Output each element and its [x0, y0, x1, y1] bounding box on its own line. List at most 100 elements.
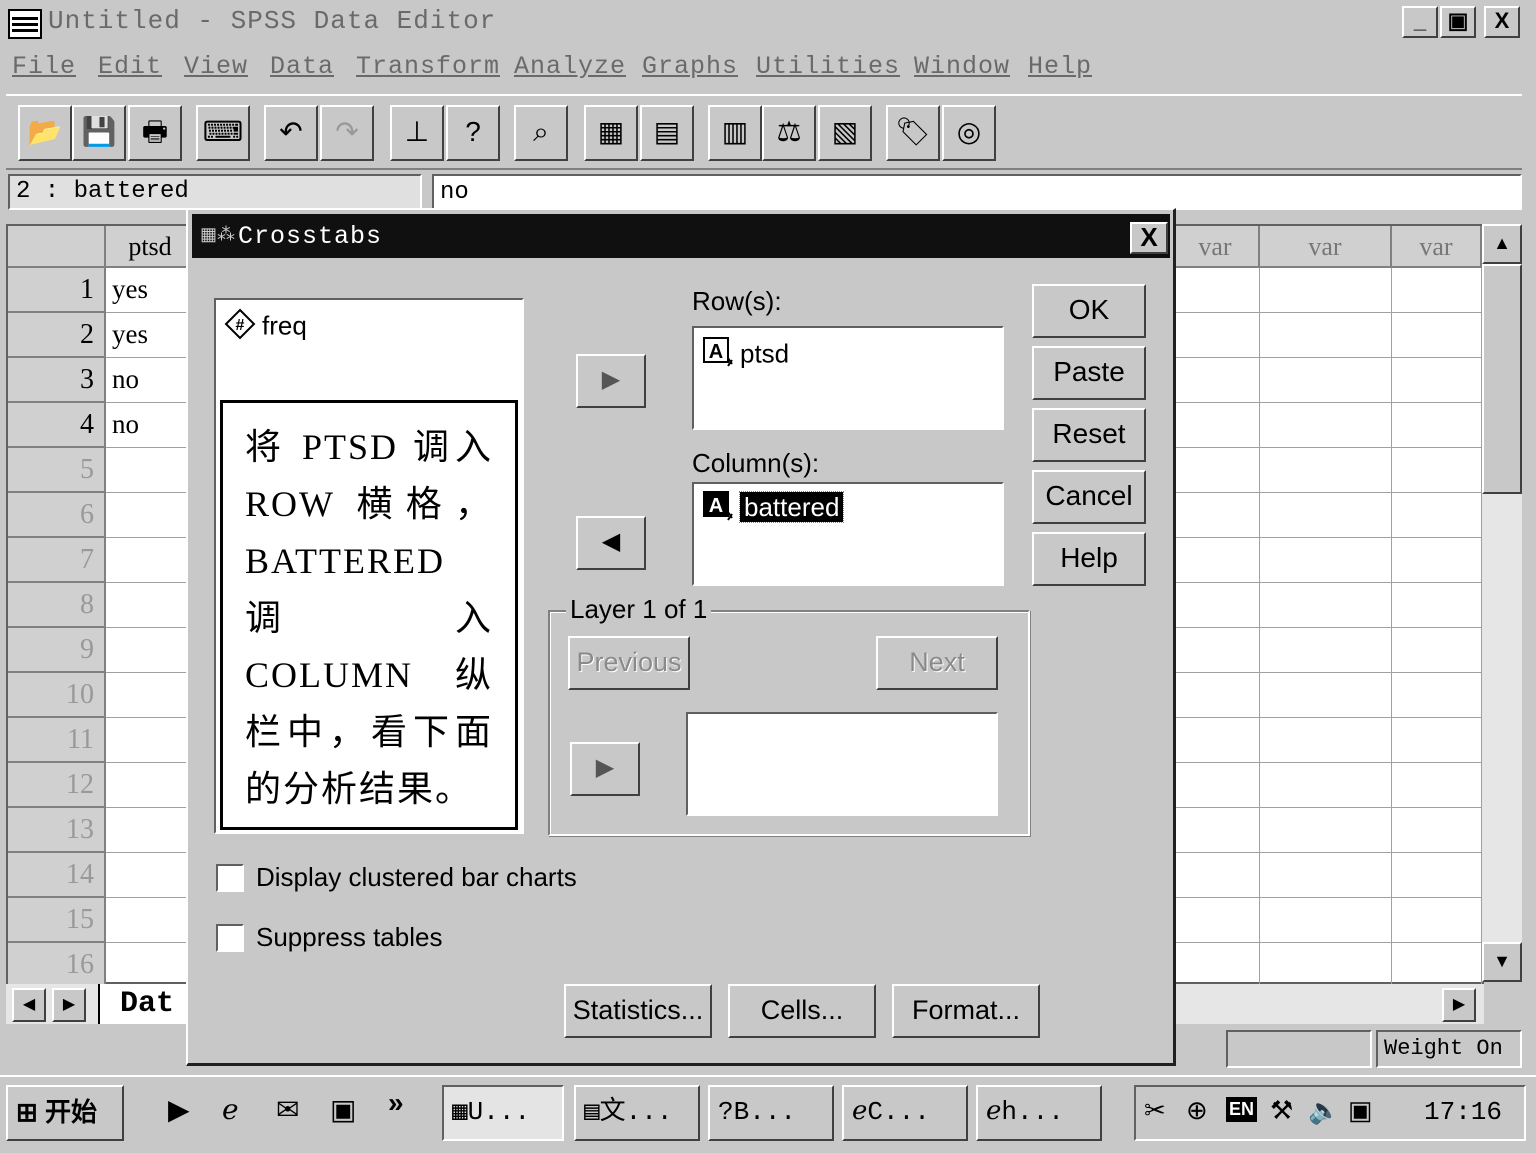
corner-header[interactable]: [8, 226, 106, 268]
ptsd-cell[interactable]: [106, 628, 196, 673]
empty-cell[interactable]: [1392, 853, 1482, 898]
menu-file[interactable]: File: [12, 52, 76, 81]
ptsd-cell[interactable]: [106, 808, 196, 853]
list-item[interactable]: A ptsd: [702, 336, 789, 375]
empty-cell[interactable]: [1172, 898, 1260, 943]
statistics-button[interactable]: Statistics...: [564, 984, 712, 1038]
ptsd-cell[interactable]: yes: [106, 268, 196, 313]
vertical-scroll-thumb[interactable]: [1482, 264, 1522, 494]
row-header[interactable]: 12: [8, 763, 106, 808]
variables-icon[interactable]: ?: [446, 105, 500, 161]
empty-cell[interactable]: [1392, 628, 1482, 673]
tray-display-icon[interactable]: ▣: [1348, 1095, 1373, 1126]
empty-cell[interactable]: [1172, 718, 1260, 763]
print-icon[interactable]: 🖶: [128, 105, 182, 161]
help-button[interactable]: Help: [1032, 532, 1146, 586]
ptsd-cell[interactable]: [106, 718, 196, 763]
empty-cell[interactable]: [1172, 448, 1260, 493]
menu-view[interactable]: View: [184, 52, 248, 81]
ptsd-cell[interactable]: [106, 493, 196, 538]
insert-variable-icon[interactable]: ▤: [640, 105, 694, 161]
show-desktop-icon[interactable]: ▣: [330, 1093, 356, 1126]
empty-cell[interactable]: [1260, 493, 1392, 538]
undo-icon[interactable]: ↶: [264, 105, 318, 161]
vertical-scrollbar[interactable]: ▲ ▼: [1482, 224, 1522, 982]
empty-cell[interactable]: [1172, 493, 1260, 538]
list-item[interactable]: A battered: [702, 490, 845, 529]
empty-cell[interactable]: [1172, 313, 1260, 358]
suppress-tables-label[interactable]: Suppress tables: [256, 922, 442, 953]
taskbar-item-spss[interactable]: ▦U...: [442, 1085, 564, 1141]
empty-cell[interactable]: [1392, 448, 1482, 493]
empty-cell[interactable]: [1260, 763, 1392, 808]
ptsd-cell[interactable]: [106, 538, 196, 583]
taskbar-item-c[interactable]: ℯC...: [842, 1085, 968, 1141]
row-header[interactable]: 6: [8, 493, 106, 538]
volume-icon[interactable]: 🔈: [1308, 1095, 1340, 1126]
paste-button[interactable]: Paste: [1032, 346, 1146, 400]
empty-cell[interactable]: [1172, 268, 1260, 313]
ptsd-cell[interactable]: [106, 673, 196, 718]
empty-cell[interactable]: [1172, 673, 1260, 718]
column-header-var[interactable]: var: [1260, 226, 1392, 268]
column-header-var[interactable]: var: [1172, 226, 1260, 268]
columns-variable-list[interactable]: A battered: [692, 482, 1004, 586]
reset-button[interactable]: Reset: [1032, 408, 1146, 462]
close-button[interactable]: X: [1484, 6, 1520, 38]
list-item[interactable]: # freq: [224, 308, 307, 347]
find-icon[interactable]: ⌕: [514, 105, 568, 161]
media-player-icon[interactable]: ▶: [168, 1093, 190, 1126]
empty-cell[interactable]: [1172, 403, 1260, 448]
insert-case-icon[interactable]: ▦: [584, 105, 638, 161]
previous-button[interactable]: Previous: [568, 636, 690, 690]
column-header-var[interactable]: var: [1392, 226, 1482, 268]
dialog-recall-icon[interactable]: ⌨: [196, 105, 250, 161]
select-cases-icon[interactable]: ▧: [818, 105, 872, 161]
tray-network-icon[interactable]: ⊕: [1186, 1095, 1208, 1126]
scroll-up-arrow-icon[interactable]: ▲: [1482, 224, 1522, 264]
empty-cell[interactable]: [1260, 268, 1392, 313]
empty-cell[interactable]: [1260, 448, 1392, 493]
empty-cell[interactable]: [1260, 403, 1392, 448]
format-button[interactable]: Format...: [892, 984, 1040, 1038]
empty-cell[interactable]: [1260, 538, 1392, 583]
redo-icon[interactable]: ↷: [320, 105, 374, 161]
scroll-right-arrow-icon[interactable]: ▶: [1442, 988, 1476, 1022]
save-icon[interactable]: 💾: [72, 105, 126, 161]
empty-cell[interactable]: [1260, 718, 1392, 763]
menu-window[interactable]: Window: [914, 52, 1010, 81]
row-header[interactable]: 15: [8, 898, 106, 943]
row-header[interactable]: 9: [8, 628, 106, 673]
outlook-icon[interactable]: ✉: [276, 1093, 299, 1126]
dialog-close-button[interactable]: X: [1130, 222, 1168, 254]
empty-cell[interactable]: [1260, 583, 1392, 628]
ptsd-cell[interactable]: no: [106, 358, 196, 403]
ptsd-cell[interactable]: yes: [106, 313, 196, 358]
row-header[interactable]: 7: [8, 538, 106, 583]
row-header[interactable]: 2: [8, 313, 106, 358]
suppress-tables-checkbox[interactable]: [216, 924, 244, 952]
tray-tool-icon[interactable]: ⚒: [1270, 1095, 1293, 1126]
row-header[interactable]: 3: [8, 358, 106, 403]
empty-cell[interactable]: [1392, 268, 1482, 313]
clustered-bar-charts-label[interactable]: Display clustered bar charts: [256, 862, 577, 893]
ptsd-cell[interactable]: [106, 898, 196, 943]
next-button[interactable]: Next: [876, 636, 998, 690]
empty-cell[interactable]: [1172, 943, 1260, 988]
cells-button[interactable]: Cells...: [728, 984, 876, 1038]
empty-cell[interactable]: [1260, 358, 1392, 403]
move-from-columns-arrow-icon[interactable]: ◀: [576, 516, 646, 570]
weight-cases-icon[interactable]: ⚖: [762, 105, 816, 161]
input-language-indicator[interactable]: EN: [1226, 1097, 1258, 1122]
tab-scroll-left-icon[interactable]: ◀: [12, 988, 46, 1022]
minimize-button[interactable]: _: [1402, 6, 1438, 38]
start-button[interactable]: ⊞ 开始: [6, 1085, 124, 1141]
row-header[interactable]: 13: [8, 808, 106, 853]
row-header[interactable]: 14: [8, 853, 106, 898]
clustered-bar-charts-checkbox[interactable]: [216, 864, 244, 892]
tab-scroll-right-icon[interactable]: ▶: [52, 988, 86, 1022]
row-header[interactable]: 5: [8, 448, 106, 493]
cancel-button[interactable]: Cancel: [1032, 470, 1146, 524]
dialog-title-bar[interactable]: ▦⁂ Crosstabs X: [192, 214, 1170, 258]
move-to-layer-arrow-icon[interactable]: ▶: [570, 742, 640, 796]
